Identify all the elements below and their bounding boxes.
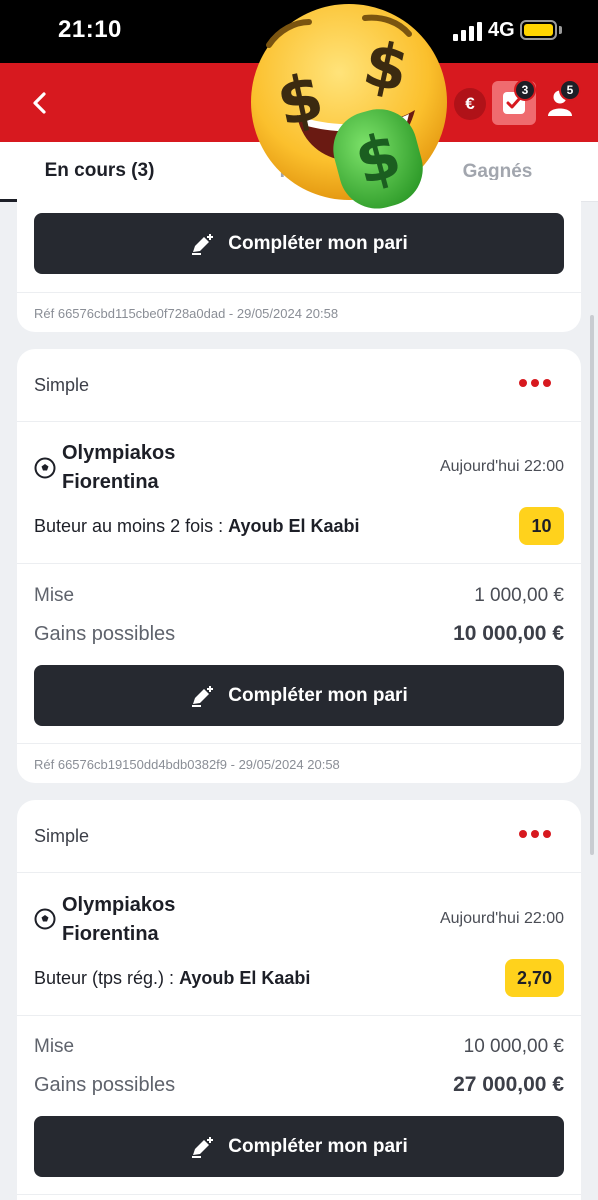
bet-reference: Réf 66576cb19150dd4bdb0382f9 - 29/05/202… [34, 757, 340, 772]
stake-value: 1 000,00 € [474, 585, 564, 606]
card-header: Simple [17, 349, 581, 422]
edit-plus-icon [192, 1136, 214, 1158]
gains-label: Gains possibles [34, 1074, 176, 1096]
complete-bet-label: Compléter mon pari [228, 684, 408, 706]
stake-value: 10 000,00 € [463, 1036, 564, 1057]
card-header: Simple [17, 800, 581, 873]
player-name: Ayoub El Kaabi [228, 516, 360, 536]
home-team: Olympiakos [62, 442, 176, 464]
money-mouth-face-icon: $ $ $ [251, 4, 447, 209]
bet-selection: Buteur au moins 2 fois : Ayoub El Kaabi [34, 516, 359, 537]
complete-bet-label: Compléter mon pari [228, 232, 408, 254]
complete-bet-button[interactable]: Compléter mon pari [34, 1116, 564, 1177]
network-label: 4G [488, 19, 515, 41]
battery-cap [559, 26, 562, 34]
complete-bet-button[interactable]: Compléter mon pari [34, 665, 564, 726]
market-label: Buteur au moins 2 fois : [34, 516, 229, 536]
bet-selection: Buteur (tps rég.) : Ayoub El Kaabi [34, 968, 310, 989]
back-button[interactable] [22, 85, 58, 121]
odds-badge: 10 [519, 507, 564, 545]
match-time: Aujourd'hui 22:00 [439, 458, 564, 475]
match-time: Aujourd'hui 22:00 [439, 910, 564, 927]
home-team: Olympiakos [62, 894, 176, 916]
odds-badge: 2,70 [504, 959, 564, 997]
divider [17, 563, 581, 564]
player-name: Ayoub El Kaabi [179, 968, 311, 988]
market-label: Buteur (tps rég.) : [34, 968, 180, 988]
euro-symbol: € [465, 94, 475, 113]
bet-card: Simple Olympiakos Fiorentina Aujourd'hui… [17, 349, 581, 783]
scrollbar[interactable] [590, 315, 594, 855]
divider [17, 292, 581, 293]
chevron-left-icon [33, 92, 46, 114]
gains-value: 27 000,00 € [453, 1073, 564, 1096]
betslip-count-badge: 3 [514, 79, 536, 101]
away-team: Fiorentina [62, 471, 159, 493]
edit-plus-icon [192, 233, 214, 255]
edit-plus-icon [192, 685, 214, 707]
divider [17, 1194, 581, 1195]
gains-label: Gains possibles [34, 623, 176, 645]
bet-card: Simple Olympiakos Fiorentina Aujourd'hui… [17, 800, 581, 1200]
football-icon [34, 457, 56, 479]
stake-label: Mise [34, 1036, 75, 1057]
bet-reference: Réf 66576cbd115cbe0f728a0dad - 29/05/202… [34, 306, 339, 321]
complete-bet-label: Compléter mon pari [228, 1135, 408, 1157]
divider [17, 1015, 581, 1016]
battery-icon [520, 20, 557, 40]
bet-type: Simple [34, 826, 90, 846]
signal-icon [453, 21, 483, 41]
status-time: 21:10 [58, 16, 122, 43]
divider [17, 743, 581, 744]
football-icon [34, 908, 56, 930]
gains-value: 10 000,00 € [453, 622, 564, 645]
more-options-icon[interactable] [519, 379, 551, 387]
more-options-icon[interactable] [519, 830, 551, 838]
bet-type: Simple [34, 375, 90, 395]
complete-bet-button[interactable]: Compléter mon pari [34, 213, 564, 274]
account-count-badge: 5 [559, 79, 581, 101]
balance-button[interactable]: € [454, 88, 486, 120]
stake-label: Mise [34, 585, 75, 606]
away-team: Fiorentina [62, 923, 159, 945]
